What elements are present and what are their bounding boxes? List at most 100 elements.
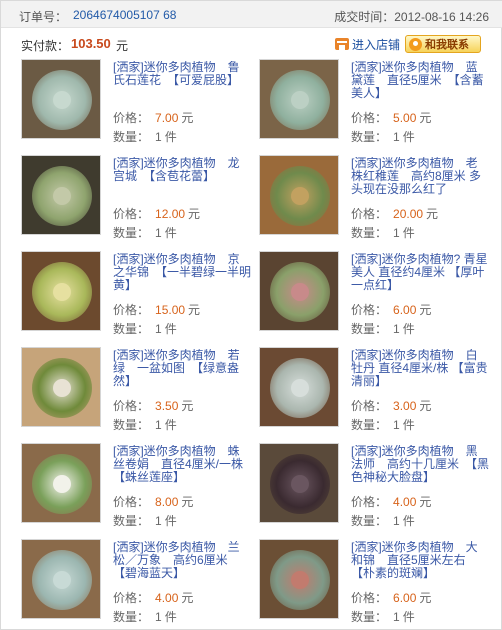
product-thumbnail[interactable] bbox=[21, 443, 101, 523]
price-label: 价格： bbox=[113, 399, 150, 413]
price-value: 3.50 bbox=[155, 399, 179, 413]
quantity-value: 1 bbox=[393, 418, 400, 432]
price-row: 价格： 20.00 元 bbox=[351, 205, 438, 222]
product-title-link[interactable]: [洒家]迷你多肉植物 京之华锦 【一半碧绿一半明黄】 bbox=[113, 253, 251, 293]
quantity-unit: 件 bbox=[164, 514, 177, 528]
product-thumbnail[interactable] bbox=[259, 539, 339, 619]
price-label: 价格： bbox=[113, 207, 150, 221]
product-thumbnail[interactable] bbox=[259, 155, 339, 235]
deal-time: 成交时间：2012-08-16 14:26 bbox=[334, 10, 489, 24]
quantity-row: 数量： 1 件 bbox=[113, 128, 177, 145]
paid-amount-label: 实付款： bbox=[21, 39, 70, 53]
product-thumbnail[interactable] bbox=[259, 59, 339, 139]
product-title-link[interactable]: [洒家]迷你多肉植物 蓝黛莲 直径5厘米 【含蓄美人】 bbox=[351, 61, 489, 101]
product-item: [洒家]迷你多肉植物 鲁氏石莲花 【可爱屁股】 价格： 7.00 元 数量： 1 件 bbox=[21, 59, 261, 155]
price-value: 5.00 bbox=[393, 111, 417, 125]
plant-core bbox=[291, 379, 309, 397]
product-row: [洒家]迷你多肉植物 龙宫城 【含苞花蕾】 价格： 12.00 元 数量： 1 件 [洒… bbox=[1, 155, 502, 251]
product-title-link[interactable]: [洒家]迷你多肉植物 白牡丹 直径4厘米/株 【富贵清丽】 bbox=[351, 349, 489, 389]
price-label: 价格： bbox=[351, 207, 388, 221]
product-thumbnail[interactable] bbox=[21, 539, 101, 619]
quantity-value: 1 bbox=[155, 610, 162, 624]
product-title-link[interactable]: [洒家]迷你多肉植物 蛛丝卷娟 直径4厘米/一株 【蛛丝莲座】 bbox=[113, 445, 251, 485]
price-label: 价格： bbox=[113, 303, 150, 317]
plant-core bbox=[291, 571, 309, 589]
price-row: 价格： 3.00 元 bbox=[351, 397, 431, 414]
product-title-link[interactable]: [洒家]迷你多肉植物 鲁氏石莲花 【可爱屁股】 bbox=[113, 61, 251, 101]
plant-core bbox=[291, 283, 309, 301]
order-number-link[interactable]: 2064674005107 68 bbox=[73, 8, 176, 22]
price-label: 价格： bbox=[351, 303, 388, 317]
quantity-row: 数量： 1 件 bbox=[113, 608, 177, 625]
product-thumbnail[interactable] bbox=[21, 251, 101, 331]
quantity-value: 1 bbox=[393, 322, 400, 336]
plant-core bbox=[53, 571, 71, 589]
product-thumbnail[interactable] bbox=[259, 443, 339, 523]
plant-core bbox=[291, 187, 309, 205]
product-title-link[interactable]: [洒家]迷你多肉植物 大和锦 直径5厘米左右 【朴素的斑斓】 bbox=[351, 541, 489, 581]
plant-core bbox=[53, 91, 71, 109]
quantity-unit: 件 bbox=[402, 610, 415, 624]
product-thumbnail[interactable] bbox=[259, 251, 339, 331]
price-row: 价格： 6.00 元 bbox=[351, 301, 431, 318]
quantity-unit: 件 bbox=[402, 514, 415, 528]
quantity-value: 1 bbox=[155, 418, 162, 432]
price-value: 7.00 bbox=[155, 111, 179, 125]
contact-seller-button[interactable]: 和我联系 bbox=[405, 35, 481, 53]
quantity-label: 数量： bbox=[351, 610, 388, 624]
product-list: [洒家]迷你多肉植物 鲁氏石莲花 【可爱屁股】 价格： 7.00 元 数量： 1 件 [… bbox=[1, 59, 502, 630]
product-item: [洒家]迷你多肉植物 白牡丹 直径4厘米/株 【富贵清丽】 价格： 3.00 元 数… bbox=[259, 347, 499, 443]
price-row: 价格： 7.00 元 bbox=[113, 109, 193, 126]
price-label: 价格： bbox=[351, 495, 388, 509]
quantity-row: 数量： 1 件 bbox=[113, 416, 177, 433]
price-value: 6.00 bbox=[393, 303, 417, 317]
price-label: 价格： bbox=[351, 399, 388, 413]
price-row: 价格： 5.00 元 bbox=[351, 109, 431, 126]
price-row: 价格： 3.50 元 bbox=[113, 397, 193, 414]
quantity-value: 1 bbox=[155, 226, 162, 240]
payment-bar: 实付款： 103.50 元 进入店铺 和我联系 bbox=[1, 28, 502, 59]
product-title-link[interactable]: [洒家]迷你多肉植物 黑法师 高约十几厘米 【黑色神秘大脸盘】 bbox=[351, 445, 489, 485]
quantity-row: 数量： 1 件 bbox=[351, 512, 415, 529]
chat-icon bbox=[409, 37, 422, 51]
price-row: 价格： 15.00 元 bbox=[113, 301, 200, 318]
product-row: [洒家]迷你多肉植物 鲁氏石莲花 【可爱屁股】 价格： 7.00 元 数量： 1 件 [… bbox=[1, 59, 502, 155]
quantity-unit: 件 bbox=[164, 610, 177, 624]
quantity-row: 数量： 1 件 bbox=[113, 320, 177, 337]
quantity-label: 数量： bbox=[113, 418, 150, 432]
price-label: 价格： bbox=[113, 111, 150, 125]
quantity-row: 数量： 1 件 bbox=[351, 320, 415, 337]
quantity-label: 数量： bbox=[351, 322, 388, 336]
price-value: 20.00 bbox=[393, 207, 424, 221]
product-item: [洒家]迷你多肉植物 兰松／万象 高约6厘米 【碧海蓝天】 价格： 4.00 元 数… bbox=[21, 539, 261, 630]
quantity-unit: 件 bbox=[402, 322, 415, 336]
product-title-link[interactable]: [洒家]迷你多肉植物? 青星美人 直径约4厘米 【厚叶一点红】 bbox=[351, 253, 489, 293]
product-title-link[interactable]: [洒家]迷你多肉植物 兰松／万象 高约6厘米 【碧海蓝天】 bbox=[113, 541, 251, 581]
price-unit: 元 bbox=[188, 303, 201, 317]
product-thumbnail[interactable] bbox=[21, 347, 101, 427]
product-thumbnail[interactable] bbox=[21, 59, 101, 139]
product-thumbnail[interactable] bbox=[21, 155, 101, 235]
price-value: 8.00 bbox=[155, 495, 179, 509]
product-title-link[interactable]: [洒家]迷你多肉植物 老株红稚莲 高约8厘米 多头现在没那么红了 bbox=[351, 157, 489, 197]
quantity-label: 数量： bbox=[351, 130, 388, 144]
price-unit: 元 bbox=[419, 111, 432, 125]
price-row: 价格： 6.00 元 bbox=[351, 589, 431, 606]
paid-amount-unit: 元 bbox=[116, 39, 129, 53]
plant-core bbox=[53, 187, 71, 205]
product-thumbnail[interactable] bbox=[259, 347, 339, 427]
quantity-value: 1 bbox=[393, 514, 400, 528]
price-value: 15.00 bbox=[155, 303, 186, 317]
product-title-link[interactable]: [洒家]迷你多肉植物 若绿 一盆如图 【绿意盎然】 bbox=[113, 349, 251, 389]
quantity-value: 1 bbox=[155, 514, 162, 528]
quantity-row: 数量： 1 件 bbox=[351, 608, 415, 625]
quantity-value: 1 bbox=[393, 226, 400, 240]
price-unit: 元 bbox=[419, 399, 432, 413]
price-unit: 元 bbox=[181, 399, 194, 413]
quantity-row: 数量： 1 件 bbox=[351, 128, 415, 145]
plant-core bbox=[53, 283, 71, 301]
product-title-link[interactable]: [洒家]迷你多肉植物 龙宫城 【含苞花蕾】 bbox=[113, 157, 251, 197]
enter-shop-link[interactable]: 进入店铺 bbox=[335, 36, 400, 52]
order-number-label: 订单号： bbox=[19, 10, 68, 24]
quantity-unit: 件 bbox=[164, 322, 177, 336]
